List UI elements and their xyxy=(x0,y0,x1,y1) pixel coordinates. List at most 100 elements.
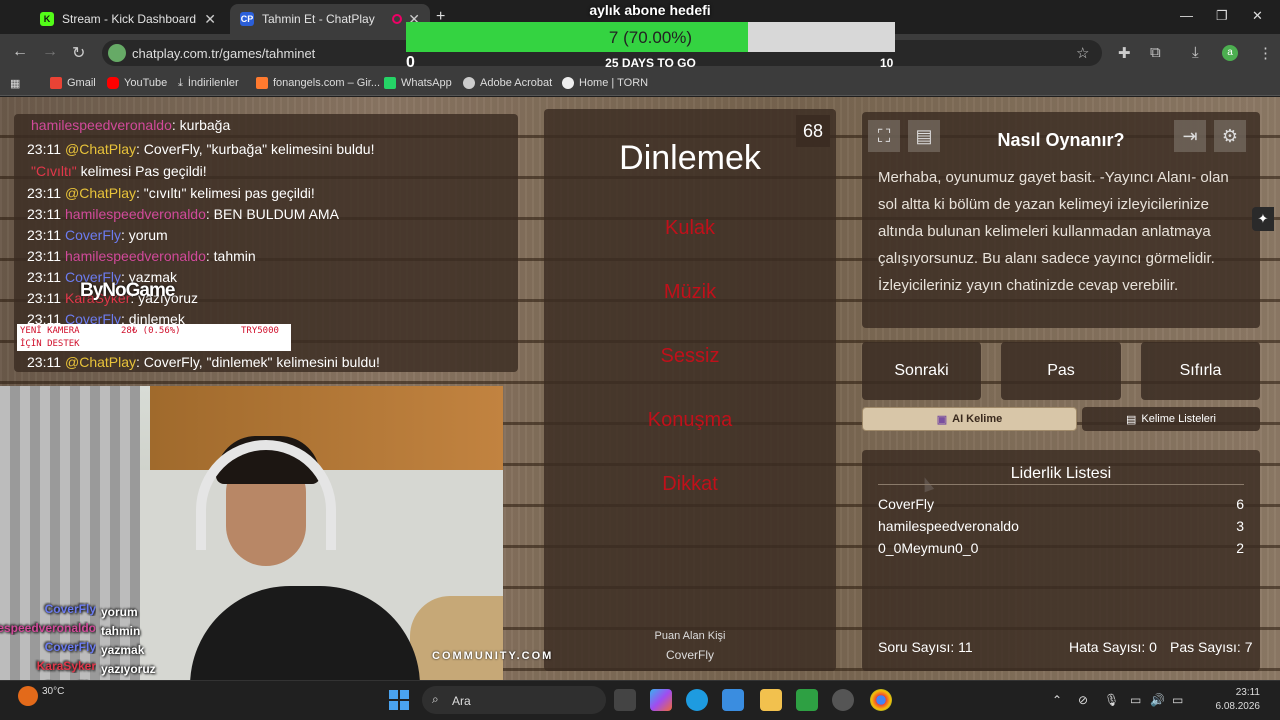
reload-icon[interactable]: ↻ xyxy=(72,43,85,63)
kick-favicon-icon: K xyxy=(40,12,54,26)
start-button[interactable] xyxy=(389,690,409,710)
extension-icon[interactable]: ✚ xyxy=(1118,44,1131,62)
store-icon[interactable] xyxy=(722,689,744,711)
overlay-chat-text: tahmin xyxy=(101,624,141,638)
goal-days-left: 25 DAYS TO GO xyxy=(605,56,696,70)
site-info-icon[interactable] xyxy=(108,44,126,62)
taskbar-clock[interactable]: 23:11 6.08.2026 xyxy=(1196,686,1261,714)
xbox-icon[interactable] xyxy=(796,689,818,711)
chat-message: 23:11 hamilespeedveronaldo: BEN BULDUM AM… xyxy=(27,206,339,222)
bookmark-fonangels[interactable]: fonangels.com – Gir... xyxy=(256,77,380,89)
chat-text: : "cıvıltı" kelimesi pas geçildi! xyxy=(136,185,315,201)
pass-button[interactable]: Pas xyxy=(1001,342,1121,400)
whatsapp-icon xyxy=(384,77,396,89)
leaderboard-title: Liderlik Listesi xyxy=(1010,465,1112,482)
ai-word-button[interactable]: ▣ AI Kelime xyxy=(862,407,1077,431)
overlay-chat-text: yazıyoruz xyxy=(101,662,156,676)
task-view-icon[interactable] xyxy=(614,689,636,711)
close-tab-icon[interactable]: ✕ xyxy=(204,11,216,28)
overlay-chat-message: CoverFly yazmak xyxy=(0,640,145,657)
next-button[interactable]: Sonraki xyxy=(862,342,981,400)
apps-grid-icon[interactable]: ▦ xyxy=(10,77,20,90)
edge-icon[interactable] xyxy=(686,689,708,711)
torn-icon xyxy=(562,77,574,89)
webcam-basket xyxy=(410,596,503,680)
download-icon[interactable]: ⤓ xyxy=(1192,44,1199,61)
maximize-icon[interactable]: ❐ xyxy=(1216,8,1228,24)
url-text: chatplay.com.tr/games/tahminet xyxy=(132,46,316,61)
webcam-ceiling xyxy=(150,386,503,470)
chat-message: 23:11 CoverFly: yorum xyxy=(27,227,168,243)
bookmark-torn[interactable]: Home | TORN xyxy=(562,77,648,89)
chat-user[interactable]: CoverFly xyxy=(65,227,121,243)
chat-message: 23:11 @ChatPlay: "cıvıltı" kelimesi pas g… xyxy=(27,185,315,201)
player-name: 0_0Meymun0_0 xyxy=(878,540,979,556)
menu-icon[interactable]: ⋮ xyxy=(1258,44,1273,62)
player-name: CoverFly xyxy=(878,496,935,512)
how-to-play-text: Merhaba, oyunumuz gayet basit. -Yayıncı … xyxy=(878,169,1229,294)
robot-icon: ▣ xyxy=(936,413,948,426)
extensions-puzzle-icon[interactable]: ⧉ xyxy=(1150,44,1161,61)
chatplay-favicon-icon: CP xyxy=(240,12,254,26)
bookmark-gmail[interactable]: Gmail xyxy=(50,77,96,89)
forward-icon[interactable]: → xyxy=(42,43,58,61)
tab-title: Tahmin Et - ChatPlay xyxy=(262,12,375,26)
minimize-icon[interactable]: — xyxy=(1180,8,1193,23)
chat-user[interactable]: hamilespeedveronaldo xyxy=(65,248,206,264)
settings-icon[interactable] xyxy=(832,689,854,711)
chat-user[interactable]: "Cıvıltı" xyxy=(31,163,77,179)
chat-user[interactable]: @ChatPlay xyxy=(65,354,136,370)
goal-title: aylık abone hedefi xyxy=(589,2,711,18)
chat-time: 23:11 xyxy=(27,185,61,201)
battery-icon[interactable]: ▭ xyxy=(1172,693,1183,707)
tab-kick-dashboard[interactable]: K Stream - Kick Dashboard ✕ xyxy=(30,4,226,34)
sparkle-side-button[interactable]: ✦ xyxy=(1252,207,1274,231)
reset-button[interactable]: Sıfırla xyxy=(1141,342,1260,400)
close-window-icon[interactable]: ✕ xyxy=(1252,8,1263,24)
back-icon[interactable]: ← xyxy=(12,43,28,61)
leaderboard-row: CoverFly 6 xyxy=(878,496,1244,512)
bookmark-youtube[interactable]: YouTube xyxy=(107,77,167,89)
chat-text: : CoverFly, "dinlemek" kelimesini buldu! xyxy=(136,354,380,370)
chat-time: 23:11 xyxy=(27,227,61,243)
chat-time: 23:11 xyxy=(27,141,61,157)
tab-chatplay[interactable]: CP Tahmin Et - ChatPlay ✕ xyxy=(230,4,430,34)
bookmarks-bar: ▦ Gmail YouTube ⤓ İndirilenler fonangels.… xyxy=(0,72,1280,96)
download-icon: ⤓ xyxy=(178,77,183,89)
file-explorer-icon[interactable] xyxy=(760,689,782,711)
tray-chevron-icon[interactable]: ⌃ xyxy=(1052,693,1062,707)
copilot-icon[interactable] xyxy=(650,689,672,711)
globe-icon xyxy=(463,77,475,89)
player-score: 6 xyxy=(1236,496,1244,512)
overlay-chat-message: hamilespeedveronaldo tahmin xyxy=(0,621,140,638)
bookmark-downloads[interactable]: ⤓ İndirilenler xyxy=(178,77,239,89)
chat-message: 23:11 @ChatPlay: CoverFly, "kurbağa" keli… xyxy=(27,141,374,157)
display-icon[interactable]: ▭ xyxy=(1130,693,1141,707)
sponsor-logo: ByNoGame xyxy=(80,280,175,301)
chat-user[interactable]: @ChatPlay xyxy=(65,141,136,157)
bookmark-whatsapp[interactable]: WhatsApp xyxy=(384,77,452,89)
network-off-icon[interactable]: ⊘ xyxy=(1078,693,1088,707)
overlay-chat-user: CoverFly xyxy=(44,640,96,654)
weather-icon[interactable] xyxy=(18,686,38,706)
chat-user[interactable]: hamilespeedveronaldo xyxy=(65,206,206,222)
forbidden-word: Müzik xyxy=(663,281,717,303)
word-lists-button[interactable]: ▤ Kelime Listeleri xyxy=(1082,407,1260,431)
chat-time: 23:11 xyxy=(27,354,61,370)
chrome-icon[interactable] xyxy=(870,689,892,711)
microphone-icon[interactable]: 🎙 xyxy=(1104,693,1119,707)
scorer-name: CoverFly xyxy=(665,648,714,662)
bookmark-adobe-acrobat[interactable]: Adobe Acrobat xyxy=(463,77,552,89)
clipboard-icon: ▤ xyxy=(1126,413,1137,426)
profile-avatar[interactable]: a xyxy=(1222,45,1238,61)
overlay-chat-user: hamilespeedveronaldo xyxy=(0,621,96,635)
taskbar-search[interactable]: ⌕ Ara xyxy=(422,686,606,714)
chat-user[interactable]: @ChatPlay xyxy=(65,185,136,201)
chat-text: : yorum xyxy=(121,227,168,243)
bookmark-star-icon[interactable]: ☆ xyxy=(1076,44,1089,62)
chat-user[interactable]: hamilespeedveronaldo xyxy=(31,117,172,133)
chat-text: : CoverFly, "kurbağa" kelimesini buldu! xyxy=(136,141,375,157)
volume-icon[interactable]: 🔊 xyxy=(1150,693,1165,707)
overlay-chat-text: yazmak xyxy=(101,643,145,657)
donation-goal: TRY5000 xyxy=(241,326,279,336)
